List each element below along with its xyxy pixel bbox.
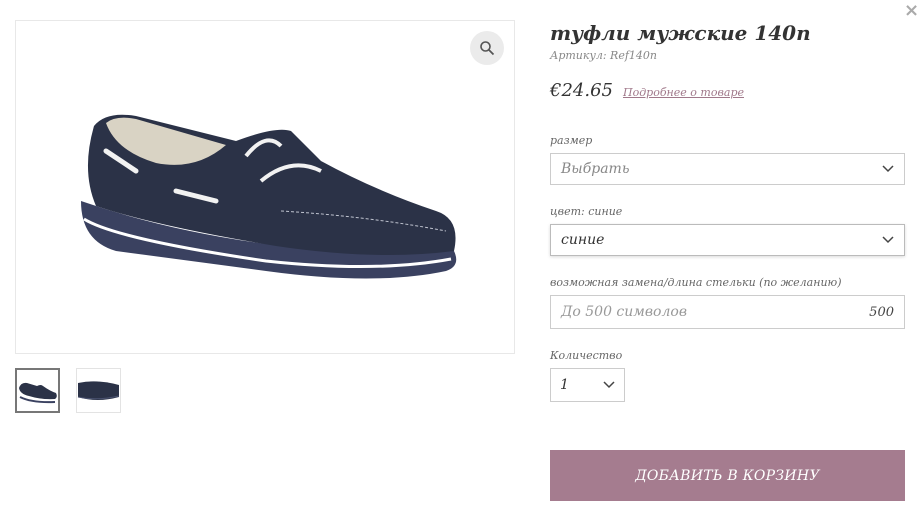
size-select[interactable]: Выбрать [550, 153, 905, 185]
shoe-sole-thumbnail-image [77, 381, 120, 400]
shoe-image [81, 114, 457, 279]
product-details-link[interactable]: Подробнее о товаре [623, 86, 744, 99]
add-to-cart-button[interactable]: ДОБАВИТЬ В КОРЗИНУ [550, 450, 905, 501]
shoe-thumbnail-image [18, 382, 57, 404]
zoom-button[interactable] [470, 31, 504, 65]
insole-input[interactable]: До 500 символов 500 [550, 295, 905, 329]
char-counter: 500 [869, 304, 894, 320]
thumbnail-strip [15, 368, 121, 413]
chevron-down-icon [882, 236, 894, 244]
price-row: €24.65 Подробнее о товаре [550, 80, 905, 101]
quantity-label: Количество [550, 349, 623, 362]
thumbnail-2[interactable] [76, 368, 121, 413]
quantity-value: 1 [560, 377, 569, 393]
sku-label: Артикул: [550, 49, 607, 62]
thumbnail-1[interactable] [15, 368, 60, 413]
color-select[interactable]: синие [550, 224, 905, 256]
color-label: цвет: синие [550, 205, 623, 218]
chevron-down-icon [882, 165, 894, 173]
product-sku: Артикул: Ref140n [550, 49, 905, 62]
product-image-main [15, 20, 515, 354]
quantity-select[interactable]: 1 [550, 368, 625, 402]
chevron-down-icon [603, 381, 615, 389]
insole-placeholder: До 500 символов [561, 304, 687, 320]
product-title: туфли мужские 140п [550, 21, 811, 45]
insole-label: возможная замена/длина стельки (по желан… [550, 276, 842, 289]
size-label: размер [550, 134, 593, 147]
size-select-value: Выбрать [561, 161, 630, 177]
magnifier-icon [480, 41, 495, 56]
product-info: туфли мужские 140п Артикул: Ref140n €24.… [550, 20, 905, 402]
product-price: €24.65 [550, 80, 613, 101]
close-icon[interactable]: × [904, 2, 919, 20]
color-select-value: синие [561, 232, 605, 248]
sku-value: Ref140n [610, 49, 657, 62]
